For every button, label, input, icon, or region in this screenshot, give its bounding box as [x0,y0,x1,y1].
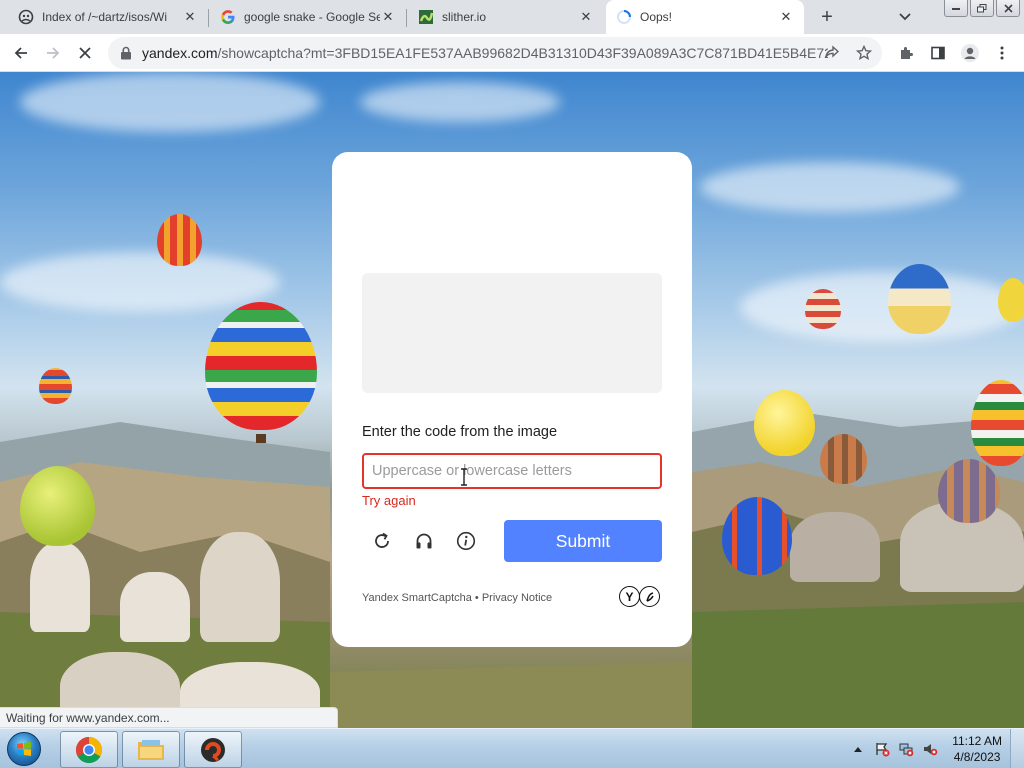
browser-toolbar: yandex.com/showcaptcha?mt=3FBD15EA1FE537… [0,34,1024,72]
back-icon[interactable] [6,38,36,68]
windows-logo-icon [7,732,41,766]
hot-air-balloon [805,289,841,329]
tab-oops[interactable]: Oops! ✕ [606,0,804,34]
hot-air-balloon [39,368,72,404]
system-tray: 11:12 AM 4/8/2023 [846,729,1024,768]
headphones-icon[interactable] [412,529,436,553]
captcha-footer: Yandex SmartCaptcha • Privacy Notice [362,592,552,604]
smartcaptcha-logo: Y [619,586,660,607]
rock-formation [120,572,190,642]
cloud [0,252,280,312]
info-icon[interactable] [454,529,478,553]
network-icon[interactable] [897,740,915,758]
restore-icon[interactable] [970,0,994,17]
action-center-icon[interactable] [873,740,891,758]
url-path: /showcaptcha?mt=3FBD15EA1FE537AAB99682D4… [217,45,828,61]
url-text: yandex.com/showcaptcha?mt=3FBD15EA1FE537… [142,45,828,61]
share-icon[interactable] [822,43,842,63]
rock-formation [30,542,90,632]
rock-formation [790,512,880,582]
hot-air-balloon [820,434,867,484]
tab-title: google snake - Google Se [244,10,380,24]
new-tab-button[interactable]: + [814,4,840,30]
tab-separator [406,9,407,27]
tab-index-dartz[interactable]: Index of /~dartz/isos/Wi ✕ [8,0,208,34]
captcha-card: Enter the code from the image Try again … [332,152,692,647]
captcha-code-input[interactable] [362,453,662,489]
side-panel-icon[interactable] [923,38,953,68]
google-icon [220,9,236,25]
cloud [740,272,1024,342]
close-tab-icon[interactable]: ✕ [182,9,198,25]
tab-title: slither.io [442,10,487,24]
hot-air-balloon [998,278,1024,322]
show-desktop-button[interactable] [1010,729,1024,768]
show-hidden-icons-icon[interactable] [849,740,867,758]
window-controls [944,0,1020,18]
url-host: yandex.com [142,45,218,61]
forward-icon[interactable] [38,38,68,68]
swirl-icon [639,586,660,607]
footer-brand-link[interactable]: Yandex SmartCaptcha [362,592,472,604]
refresh-icon[interactable] [370,529,394,553]
browser-menu-icon[interactable] [987,38,1017,68]
minimize-icon[interactable] [944,0,968,17]
yandex-y-icon: Y [619,586,640,607]
app-icon [201,737,225,762]
close-window-icon[interactable] [996,0,1020,17]
hot-air-balloon [938,459,1000,523]
captcha-error-text: Try again [362,493,416,508]
hot-air-balloon [754,390,815,456]
slither-icon [418,9,434,25]
taskbar-chrome[interactable] [60,731,118,768]
clock-date: 4/8/2023 [953,750,1001,764]
lock-icon[interactable] [118,45,134,61]
footer-separator: • [471,592,482,604]
status-bubble: Waiting for www.yandex.com... [0,707,338,728]
tab-title: Oops! [640,10,673,24]
tab-title: Index of /~dartz/isos/Wi [42,10,168,24]
bookmark-star-icon[interactable] [854,43,874,63]
start-button[interactable] [4,731,44,767]
hot-air-balloon [888,264,951,334]
cloud [700,162,960,212]
site-icon [18,9,34,25]
windows-taskbar: 11:12 AM 4/8/2023 [0,728,1024,768]
balloon-basket [256,434,266,443]
extensions-icon[interactable] [891,38,921,68]
captcha-actions [370,529,478,553]
captcha-instruction: Enter the code from the image [362,424,558,440]
tab-separator [208,9,209,27]
stop-loading-icon[interactable] [70,38,100,68]
hot-air-balloon [205,302,317,430]
tab-slither[interactable]: slither.io ✕ [408,0,604,34]
tab-strip: Index of /~dartz/isos/Wi ✕ google snake … [0,0,1024,34]
tab-search-icon[interactable] [894,6,916,28]
close-tab-icon[interactable]: ✕ [578,9,594,25]
profile-avatar-icon[interactable] [955,38,985,68]
hot-air-balloon [971,380,1024,466]
file-explorer-icon [138,739,164,760]
submit-button[interactable]: Submit [504,520,662,562]
close-tab-icon[interactable]: ✕ [778,9,794,25]
address-bar[interactable]: yandex.com/showcaptcha?mt=3FBD15EA1FE537… [108,37,882,69]
taskbar-file-explorer[interactable] [122,731,180,768]
cloud [20,72,320,132]
taskbar-clock[interactable]: 11:12 AM 4/8/2023 [952,733,1002,765]
taskbar-app[interactable] [184,731,242,768]
hot-air-balloon [157,214,202,266]
cloud [360,82,560,122]
loading-spinner-icon [616,9,632,25]
chrome-icon [75,736,103,763]
volume-muted-icon[interactable] [921,740,939,758]
rock-formation [200,532,280,642]
privacy-notice-link[interactable]: Privacy Notice [482,592,552,604]
tab-google-snake[interactable]: google snake - Google Se ✕ [210,0,406,34]
clock-time: 11:12 AM [952,734,1002,748]
captcha-image [362,273,662,393]
close-tab-icon[interactable]: ✕ [380,9,396,25]
text-cursor-icon [461,468,467,486]
hot-air-balloon [722,497,792,575]
hot-air-balloon [20,466,95,546]
